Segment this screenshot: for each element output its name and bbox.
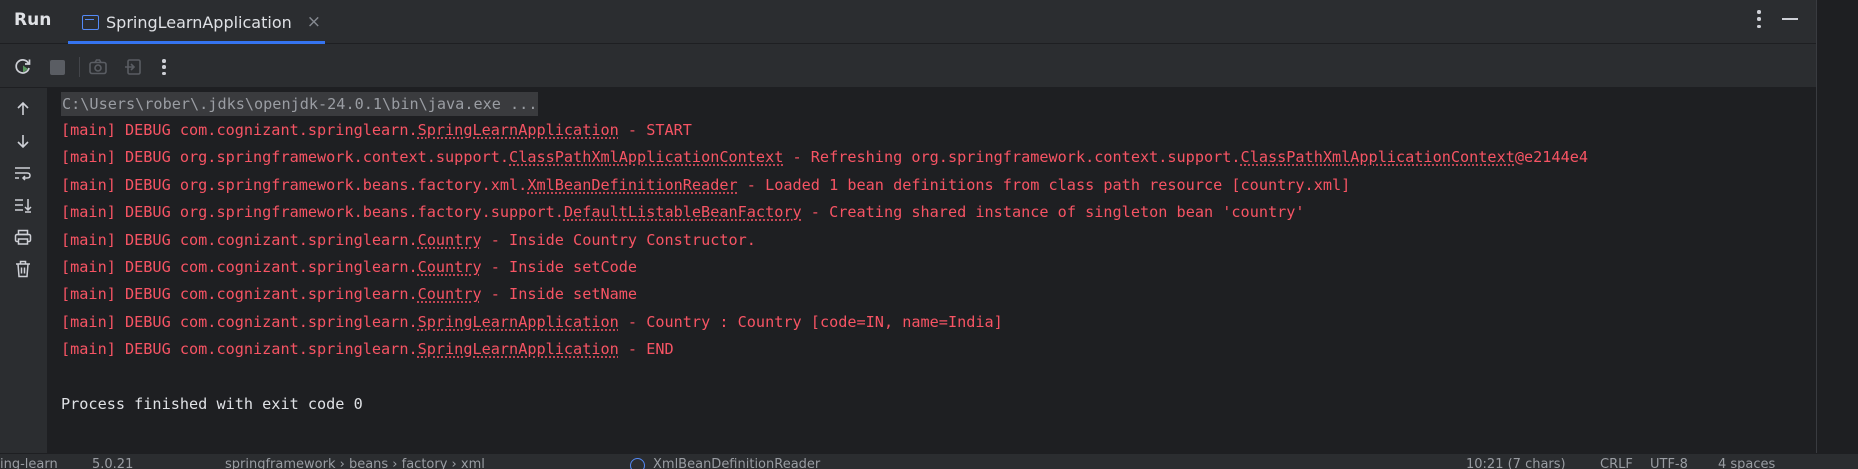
log-line: [main] DEBUG com.cognizant.springlearn.C… <box>61 231 756 249</box>
class-link[interactable]: ClassPathXmlApplicationContext <box>509 148 783 166</box>
soft-wrap-icon[interactable] <box>12 162 34 184</box>
status-project[interactable]: ing-learn <box>0 457 58 469</box>
scroll-down-icon[interactable] <box>12 130 34 152</box>
log-line: [main] DEBUG com.cognizant.springlearn.S… <box>61 340 674 358</box>
tab-label: SpringLearnApplication <box>106 12 292 32</box>
more-icon[interactable] <box>153 56 175 78</box>
class-link[interactable]: ClassPathXmlApplicationContext <box>1241 148 1515 166</box>
status-encoding[interactable]: UTF-8 <box>1650 457 1688 469</box>
status-caret-position[interactable]: 10:21 (7 chars) <box>1466 457 1566 469</box>
log-line: [main] DEBUG com.cognizant.springlearn.C… <box>61 258 638 276</box>
console-side-toolbar <box>0 88 48 453</box>
tool-window-header: Run SpringLearnApplication × <box>0 0 1816 44</box>
camera-icon[interactable] <box>87 56 109 78</box>
rerun-icon[interactable] <box>12 56 34 78</box>
class-link[interactable]: XmlBeanDefinitionReader <box>527 176 737 194</box>
right-tool-strip <box>1816 0 1858 453</box>
class-link[interactable]: Country <box>418 231 482 249</box>
class-link[interactable]: SpringLearnApplication <box>418 121 619 139</box>
tab-spring-learn-application[interactable]: SpringLearnApplication × <box>68 0 325 44</box>
print-icon[interactable] <box>12 226 34 248</box>
log-line: [main] DEBUG org.springframework.beans.f… <box>61 176 1351 194</box>
options-menu-icon[interactable] <box>1749 8 1769 30</box>
process-exit-message: Process finished with exit code 0 <box>61 395 363 413</box>
tool-window-title: Run <box>14 10 52 30</box>
class-link[interactable]: SpringLearnApplication <box>418 313 619 331</box>
class-link[interactable]: SpringLearnApplication <box>418 340 619 358</box>
status-version[interactable]: 5.0.21 <box>92 457 133 469</box>
status-line-separator[interactable]: CRLF <box>1600 457 1633 469</box>
toolbar-separator <box>79 57 80 77</box>
status-bar: ing-learn 5.0.21 springframework › beans… <box>0 453 1858 469</box>
command-line: C:\Users\rober\.jdks\openjdk-24.0.1\bin\… <box>61 92 539 116</box>
run-toolbar <box>0 44 1816 88</box>
class-icon <box>630 458 645 469</box>
log-line: [main] DEBUG com.cognizant.springlearn.S… <box>61 121 692 139</box>
console-output[interactable]: C:\Users\rober\.jdks\openjdk-24.0.1\bin\… <box>48 88 1816 453</box>
minimize-icon[interactable] <box>1782 18 1798 20</box>
status-class[interactable]: XmlBeanDefinitionReader <box>653 457 820 469</box>
log-line: [main] DEBUG com.cognizant.springlearn.C… <box>61 285 638 303</box>
export-icon[interactable] <box>122 56 144 78</box>
scroll-up-icon[interactable] <box>12 98 34 120</box>
stop-icon[interactable] <box>46 56 68 78</box>
log-line: [main] DEBUG com.cognizant.springlearn.S… <box>61 313 1003 331</box>
log-line: [main] DEBUG org.springframework.context… <box>61 148 1589 166</box>
scroll-to-end-icon[interactable] <box>12 194 34 216</box>
class-link[interactable]: Country <box>418 285 482 303</box>
clear-all-icon[interactable] <box>12 258 34 280</box>
run-config-icon <box>82 14 99 30</box>
class-link[interactable]: DefaultListableBeanFactory <box>564 203 802 221</box>
log-line: [main] DEBUG org.springframework.beans.f… <box>61 203 1305 221</box>
close-icon[interactable]: × <box>307 12 321 32</box>
status-breadcrumb[interactable]: springframework › beans › factory › xml <box>225 457 485 469</box>
class-link[interactable]: Country <box>418 258 482 276</box>
status-indent[interactable]: 4 spaces <box>1718 457 1775 469</box>
